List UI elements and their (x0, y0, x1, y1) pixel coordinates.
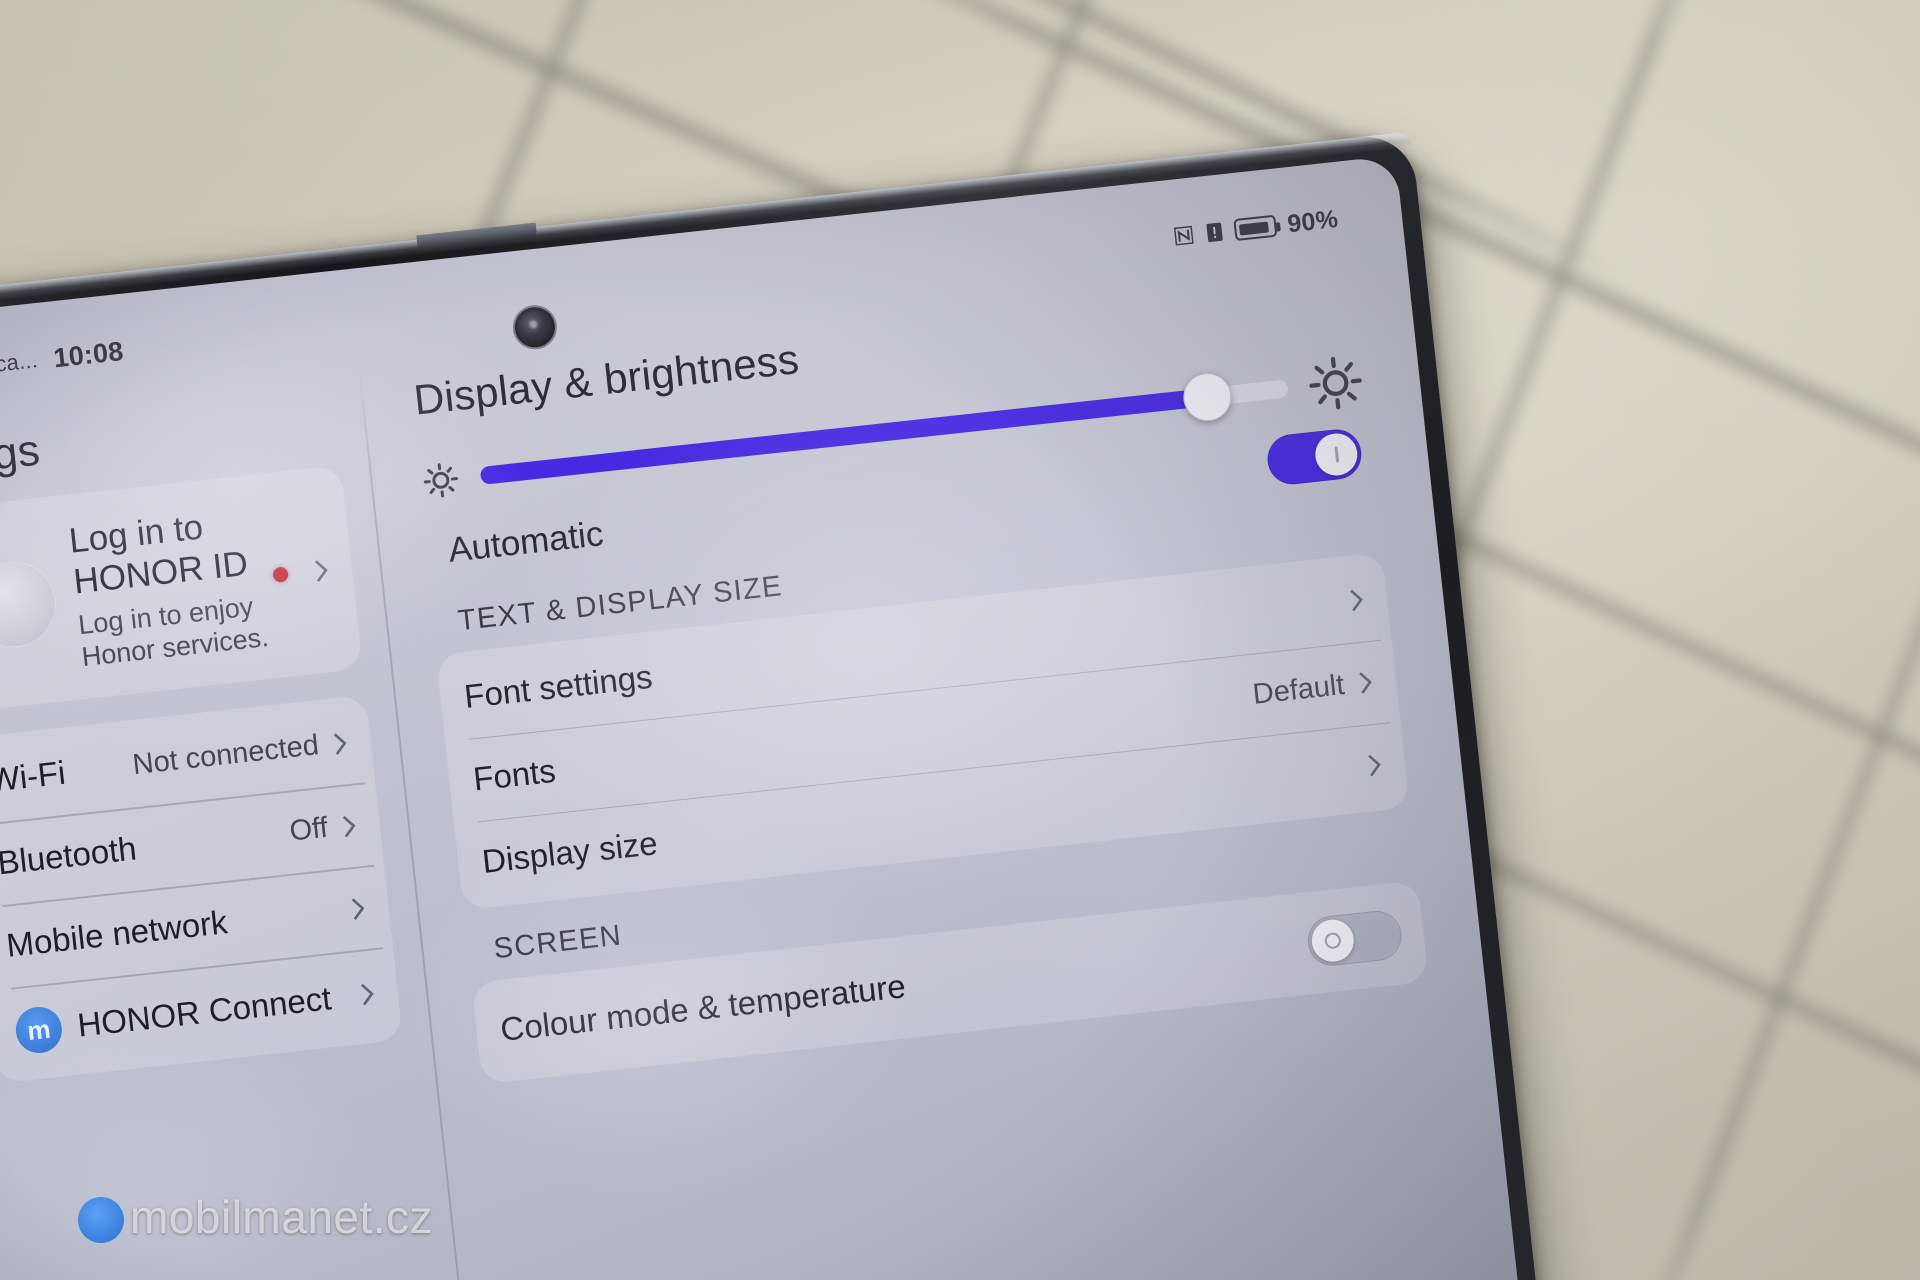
clock-label: 10:08 (51, 335, 125, 373)
battery-percent-label: 90% (1285, 204, 1340, 238)
chevron-right-icon (349, 894, 368, 924)
chevron-right-icon (1348, 586, 1367, 616)
connectivity-card: Wi-Fi Not connected Bluetooth Off Mobile… (0, 695, 404, 1084)
screen-row-toggle[interactable] (1305, 908, 1405, 969)
sidebar-item-value: Not connected (131, 729, 321, 782)
sun-low-icon (419, 458, 463, 502)
status-bar-left: ency ca... 10:08 (0, 335, 125, 385)
honor-connect-text: HONOR Connect (76, 977, 349, 1045)
avatar (0, 556, 61, 652)
chevron-right-icon (358, 980, 377, 1010)
chevron-right-icon (312, 556, 331, 586)
toggle-knob (1313, 431, 1360, 478)
brightness-slider-thumb[interactable] (1180, 370, 1234, 424)
sidebar-item-label: Mobile network (4, 903, 230, 965)
automatic-label: Automatic (446, 514, 606, 570)
sidebar-item-value: Off (288, 811, 330, 848)
nfc-icon (1174, 225, 1195, 246)
sun-high-icon (1305, 352, 1367, 414)
bluetooth-text: Bluetooth (0, 813, 292, 883)
sidebar-item-label: Wi-Fi (0, 754, 68, 800)
phone-device: ency ca... 10:08 9 (0, 131, 1549, 1280)
honor-connect-icon: m (13, 1004, 65, 1056)
chevron-right-icon (340, 811, 359, 841)
battery-icon (1233, 214, 1278, 242)
alert-icon (1206, 222, 1224, 242)
settings-two-pane: ttings Log in to HONOR ID Log in to enjo… (0, 247, 1528, 1280)
row-value: Default (1251, 668, 1346, 711)
account-label: Log in to HONOR ID (67, 507, 250, 602)
carrier-label: ency ca... (0, 347, 39, 382)
sidebar-item-honor-id[interactable]: Log in to HONOR ID Log in to enjoy Honor… (0, 469, 362, 709)
account-text: Log in to HONOR ID Log in to enjoy Honor… (67, 499, 281, 673)
toggle-knob (1309, 917, 1356, 964)
account-subtitle: Log in to enjoy Honor services. (76, 591, 270, 673)
status-bar-right: 90% (1172, 204, 1340, 251)
mobile-network-text: Mobile network (5, 891, 339, 966)
settings-detail: Display & brightness Automatic TEXT & DI… (359, 247, 1528, 1280)
phone-screen: ency ca... 10:08 9 (0, 155, 1529, 1280)
chevron-right-icon (331, 729, 350, 759)
red-dot-badge (272, 566, 289, 584)
photo-scene: ency ca... 10:08 9 (0, 0, 1920, 1280)
sidebar-item-label: HONOR Connect (75, 979, 333, 1044)
automatic-brightness-toggle[interactable] (1265, 426, 1364, 487)
account-card: Log in to HONOR ID Log in to enjoy Honor… (0, 465, 363, 714)
wifi-text: Wi-Fi (0, 747, 135, 801)
chevron-right-icon (1357, 668, 1376, 698)
sidebar-item-label: Bluetooth (0, 829, 139, 882)
chevron-right-icon (1366, 751, 1385, 781)
